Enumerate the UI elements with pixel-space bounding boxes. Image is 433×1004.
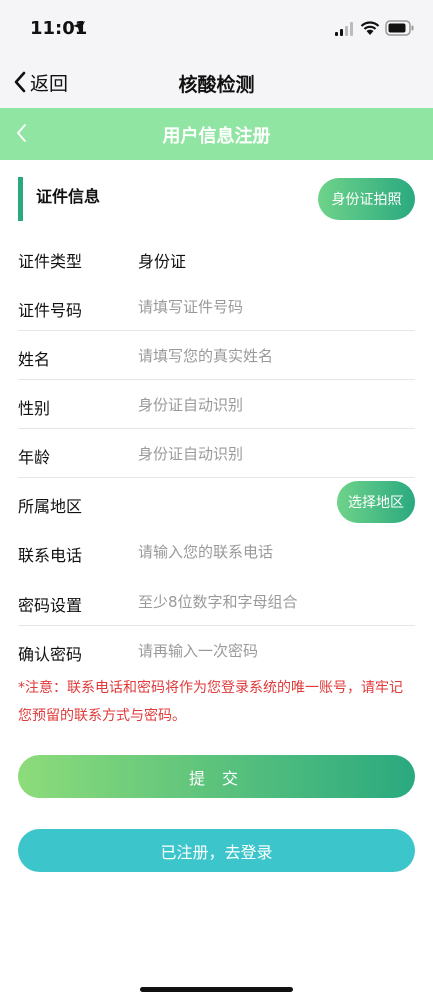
id-number-label: 证件号码	[18, 301, 83, 320]
form-row-phone: 联系电话	[18, 527, 415, 576]
name-label: 姓名	[18, 350, 51, 369]
section-accent-bar	[18, 177, 23, 221]
confirm-password-input[interactable]	[138, 637, 398, 665]
wifi-icon	[360, 21, 380, 35]
id-type-label: 证件类型	[18, 252, 83, 271]
password-label: 密码设置	[18, 596, 83, 615]
registration-header: 用户信息注册	[0, 108, 433, 160]
page-title: 核酸检测	[178, 74, 255, 96]
form-row-confirm-password: 确认密码	[18, 626, 415, 675]
gender-input[interactable]	[138, 391, 398, 419]
name-input[interactable]	[138, 342, 398, 370]
form-row-age: 年龄	[18, 429, 415, 478]
home-indicator	[140, 987, 293, 992]
confirm-password-label: 确认密码	[18, 645, 83, 664]
cellular-signal-icon	[335, 22, 353, 36]
go-login-button[interactable]: 已注册，去登录	[18, 829, 415, 872]
id-number-input[interactable]	[138, 293, 398, 321]
location-arrow-icon	[73, 21, 85, 33]
age-input[interactable]	[138, 440, 398, 468]
form-row-id-type: 证件类型 身份证	[18, 233, 415, 282]
header-title: 用户信息注册	[162, 126, 271, 147]
gender-label: 性别	[18, 399, 51, 418]
password-input[interactable]	[138, 588, 398, 616]
section-title: 证件信息	[36, 187, 101, 206]
form-row-gender: 性别	[18, 380, 415, 429]
select-region-button[interactable]: 选择地区	[337, 481, 415, 523]
submit-button[interactable]: 提 交	[18, 755, 415, 798]
age-label: 年龄	[18, 448, 51, 467]
form-row-name: 姓名	[18, 331, 415, 380]
id-type-value[interactable]: 身份证	[138, 248, 186, 272]
phone-input[interactable]	[138, 538, 398, 566]
nav-bar: 返回 核酸检测	[0, 56, 433, 108]
notice-text: *注意：联系电话和密码将作为您登录系统的唯一账号，请牢记您预留的联系方式与密码。	[18, 680, 403, 724]
battery-icon	[385, 20, 414, 36]
form-row-id-number: 证件号码	[18, 282, 415, 331]
status-bar: 11:01	[0, 0, 433, 56]
phone-label: 联系电话	[18, 546, 83, 565]
region-label: 所属地区	[18, 497, 83, 516]
id-photo-button[interactable]: 身份证拍照	[318, 178, 415, 220]
form-row-password: 密码设置	[18, 577, 415, 626]
registration-page: 11:01 返回 核酸检测 用户信息注册 证件信息 身份证拍照 证件类型 身份证…	[0, 0, 433, 1004]
